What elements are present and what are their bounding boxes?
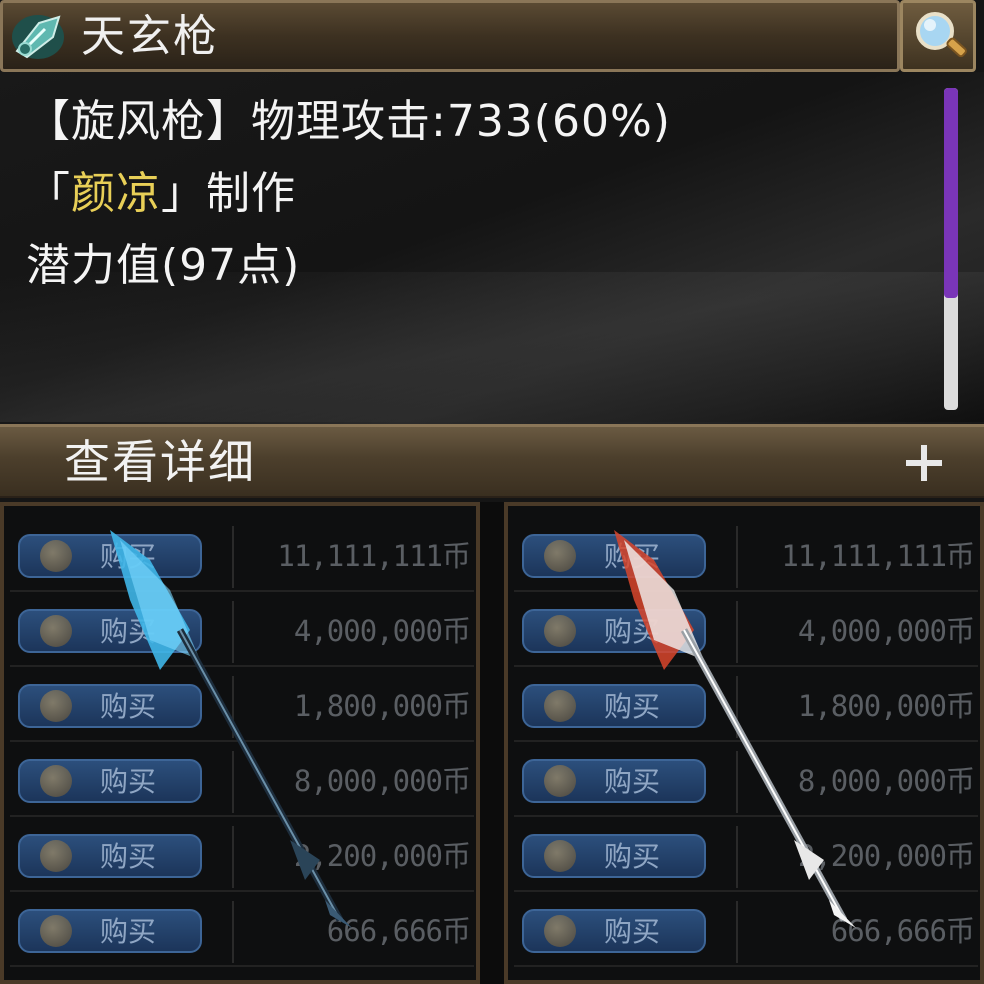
row-divider	[232, 751, 234, 813]
coin-icon	[544, 690, 576, 722]
coin-icon	[544, 615, 576, 647]
price-label: 8,000,000币	[293, 764, 471, 798]
price-label: 666,666币	[326, 914, 471, 948]
buy-label: 购买	[100, 540, 157, 573]
buy-button[interactable]: 购买	[18, 534, 202, 578]
row-divider	[736, 901, 738, 963]
item-title: 天玄枪	[81, 11, 219, 62]
shop-row: 购买 2,200,000币	[10, 822, 474, 892]
buy-label: 购买	[100, 765, 157, 798]
buy-button[interactable]: 购买	[522, 909, 706, 953]
price-label: 8,000,000币	[797, 764, 975, 798]
price-label: 2,200,000币	[293, 839, 471, 873]
row-divider	[736, 826, 738, 888]
row-divider	[232, 526, 234, 588]
row-divider	[736, 526, 738, 588]
buy-label: 购买	[100, 840, 157, 873]
price-label: 11,111,111币	[781, 539, 975, 573]
coin-icon	[40, 840, 72, 872]
buy-button[interactable]: 购买	[18, 834, 202, 878]
price-label: 1,800,000币	[293, 689, 471, 723]
shop-row: 购买 11,111,111币	[10, 522, 474, 592]
buy-label: 购买	[604, 690, 661, 723]
shop-row: 购买 11,111,111币	[514, 522, 978, 592]
potential-line: 潜力值(97点)	[26, 240, 301, 291]
shop-panel-right: 购买 11,111,111币 购买 4,000,000币 购买 1,800,000币 购买 8…	[504, 502, 984, 984]
coin-icon	[40, 690, 72, 722]
price-label: 4,000,000币	[293, 614, 471, 648]
buy-button[interactable]: 购买	[522, 534, 706, 578]
row-divider	[232, 826, 234, 888]
shop-row: 购买 1,800,000币	[514, 672, 978, 742]
buy-label: 购买	[604, 840, 661, 873]
coin-icon	[40, 915, 72, 947]
view-details-label: 查看详细	[64, 435, 256, 489]
coin-icon	[40, 540, 72, 572]
buy-label: 购买	[100, 915, 157, 948]
maker-name: 颜凉	[71, 168, 161, 219]
row-divider	[232, 601, 234, 663]
price-label: 2,200,000币	[797, 839, 975, 873]
coin-icon	[544, 765, 576, 797]
shop-row: 购买 8,000,000币	[514, 747, 978, 817]
maker-line: 「颜凉」制作	[26, 164, 296, 224]
shop-row: 购买 4,000,000币	[514, 597, 978, 667]
attack-line: 【旋风枪】物理攻击:733(60%)	[26, 96, 671, 147]
item-tooltip: 天玄枪 【旋风枪】物理攻击:733(60%) 「颜凉」制作 潜力值(97点) 查…	[0, 0, 984, 502]
shop-row: 购买 1,800,000币	[10, 672, 474, 742]
maker-prefix: 「	[26, 168, 71, 219]
buy-label: 购买	[604, 615, 661, 648]
coin-icon	[544, 840, 576, 872]
shop-row: 购买 666,666币	[10, 897, 474, 967]
buy-label: 购买	[100, 615, 157, 648]
shop-row: 购买 4,000,000币	[10, 597, 474, 667]
shop-row: 购买 8,000,000币	[10, 747, 474, 817]
row-divider	[232, 901, 234, 963]
buy-button[interactable]: 购买	[522, 609, 706, 653]
row-divider	[736, 601, 738, 663]
buy-button[interactable]: 购买	[18, 759, 202, 803]
price-label: 1,800,000币	[797, 689, 975, 723]
row-divider	[736, 676, 738, 738]
buy-button[interactable]: 购买	[522, 759, 706, 803]
weapon-icon	[12, 15, 64, 59]
buy-button[interactable]: 购买	[522, 834, 706, 878]
item-info: 【旋风枪】物理攻击:733(60%) 「颜凉」制作 潜力值(97点)	[0, 72, 984, 424]
buy-label: 购买	[604, 915, 661, 948]
buy-button[interactable]: 购买	[18, 909, 202, 953]
row-divider	[736, 751, 738, 813]
magnifier-icon	[916, 12, 967, 58]
coin-icon	[544, 540, 576, 572]
coin-icon	[544, 915, 576, 947]
buy-label: 购买	[100, 690, 157, 723]
buy-button[interactable]: 购买	[522, 684, 706, 728]
row-divider	[232, 676, 234, 738]
buy-button[interactable]: 购买	[18, 609, 202, 653]
scrollbar[interactable]	[944, 88, 958, 410]
price-label: 11,111,111币	[277, 539, 471, 573]
title-bar: 天玄枪	[0, 0, 900, 72]
maker-suffix: 」制作	[161, 168, 296, 219]
shop-row: 购买 666,666币	[514, 897, 978, 967]
scrollbar-thumb[interactable]	[944, 88, 958, 298]
shop-row: 购买 2,200,000币	[514, 822, 978, 892]
coin-icon	[40, 765, 72, 797]
price-label: 666,666币	[830, 914, 975, 948]
shop-panel-left: 购买 11,111,111币 购买 4,000,000币 购买 1,800,000币 购买 8…	[0, 502, 480, 984]
coin-icon	[40, 615, 72, 647]
buy-label: 购买	[604, 540, 661, 573]
view-details-bar[interactable]: 查看详细	[0, 424, 984, 498]
plus-icon[interactable]	[902, 441, 946, 485]
buy-button[interactable]: 购买	[18, 684, 202, 728]
search-button[interactable]	[900, 0, 976, 72]
price-label: 4,000,000币	[797, 614, 975, 648]
buy-label: 购买	[604, 765, 661, 798]
